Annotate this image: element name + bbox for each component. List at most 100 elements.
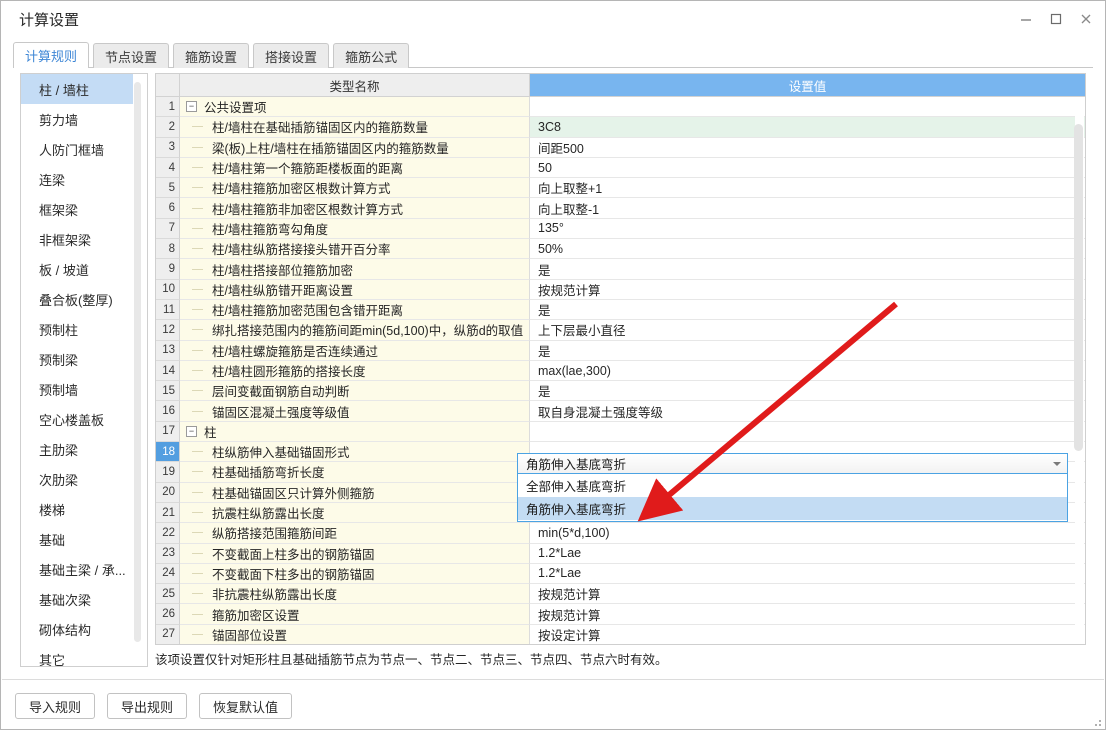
row-setting-value-cell[interactable]: 是 — [530, 340, 1085, 361]
sidebar-item[interactable]: 叠合板(整厚) — [21, 284, 133, 314]
row-type-name-cell[interactable]: 柱/墙柱箍筋加密范围包含错开距离 — [180, 299, 530, 321]
tab-calculation-rules[interactable]: 计算规则 — [13, 42, 90, 68]
sidebar-item[interactable]: 非框架梁 — [21, 224, 133, 254]
table-row[interactable]: 14 柱/墙柱圆形箍筋的搭接长度 max(lae,300) — [156, 360, 1085, 382]
row-type-name-cell[interactable]: 层间变截面钢筋自动判断 — [180, 381, 530, 402]
row-setting-value-cell[interactable]: min(5*d,100) — [530, 523, 1085, 544]
row-setting-value-cell[interactable]: 按规范计算 — [530, 584, 1085, 605]
row-type-name-cell[interactable]: 柱/墙柱箍筋弯勾角度 — [180, 218, 530, 240]
sidebar-item[interactable]: 柱 / 墙柱 — [21, 74, 133, 104]
table-row[interactable]: 4 柱/墙柱第一个箍筋距楼板面的距离 50 — [156, 157, 1085, 179]
row-setting-value-cell[interactable]: 上下层最小直径 — [530, 320, 1085, 341]
sidebar-scrollbar-thumb[interactable] — [134, 82, 141, 642]
sidebar-item[interactable]: 楼梯 — [21, 494, 133, 524]
sidebar-item[interactable]: 其它 — [21, 644, 133, 667]
sidebar-item[interactable]: 连梁 — [21, 164, 133, 194]
table-row[interactable]: 27 锚固部位设置 按设定计算 — [156, 624, 1085, 644]
row-setting-value-cell[interactable]: 50% — [530, 239, 1085, 260]
row-type-name-cell[interactable]: 柱/墙柱箍筋加密区根数计算方式 — [180, 178, 530, 199]
row-type-name-cell[interactable]: 柱基础锚固区只计算外侧箍筋 — [180, 482, 530, 503]
row-setting-value-cell[interactable]: 按规范计算 — [530, 279, 1085, 300]
table-row[interactable]: 17− 柱 — [156, 421, 1085, 443]
table-row[interactable]: 16 锚固区混凝土强度等级值 取自身混凝土强度等级 — [156, 401, 1085, 422]
sidebar-item[interactable]: 预制梁 — [21, 344, 133, 374]
row-type-name-cell[interactable]: 柱/墙柱箍筋非加密区根数计算方式 — [180, 198, 530, 219]
table-row[interactable]: 13 柱/墙柱螺旋箍筋是否连续通过 是 — [156, 340, 1085, 361]
table-row[interactable]: 22 纵筋搭接范围箍筋间距 min(5*d,100) — [156, 523, 1085, 544]
sidebar-item[interactable]: 基础 — [21, 524, 133, 554]
row-type-name-cell[interactable]: 纵筋搭接范围箍筋间距 — [180, 523, 530, 544]
sidebar-item[interactable]: 砌体结构 — [21, 614, 133, 644]
window-resize-grip[interactable] — [1090, 715, 1102, 727]
export-rules-button[interactable]: 导出规则 — [107, 693, 188, 719]
row-setting-value-cell[interactable]: 向上取整+1 — [530, 178, 1085, 199]
table-row[interactable]: 24 不变截面下柱多出的钢筋锚固 1.2*Lae — [156, 563, 1085, 585]
grid-scrollbar-thumb[interactable] — [1074, 124, 1083, 451]
row-type-name-cell[interactable]: 柱/墙柱螺旋箍筋是否连续通过 — [180, 340, 530, 361]
row-setting-value-cell[interactable]: 向上取整-1 — [530, 198, 1085, 219]
row-type-name-cell[interactable]: 箍筋加密区设置 — [180, 604, 530, 625]
table-row[interactable]: 3 梁(板)上柱/墙柱在插筋锚固区内的箍筋数量 间距500 — [156, 137, 1085, 158]
table-row[interactable]: 23 不变截面上柱多出的钢筋锚固 1.2*Lae — [156, 543, 1085, 564]
row-setting-value-cell[interactable]: 1.2*Lae — [530, 543, 1085, 564]
restore-defaults-button[interactable]: 恢复默认值 — [199, 693, 293, 719]
row-setting-value-cell[interactable]: 3C8 — [530, 117, 1085, 138]
sidebar-item[interactable]: 次肋梁 — [21, 464, 133, 494]
tab-stirrup-formula[interactable]: 箍筋公式 — [333, 43, 410, 68]
chevron-down-icon[interactable] — [1053, 461, 1061, 466]
row-type-name-cell[interactable]: 锚固区混凝土强度等级值 — [180, 401, 530, 422]
import-rules-button[interactable]: 导入规则 — [15, 693, 96, 719]
row-setting-value-cell[interactable]: 是 — [530, 299, 1085, 321]
sidebar-item[interactable]: 主肋梁 — [21, 434, 133, 464]
row-type-name-cell[interactable]: − 柱 — [180, 421, 530, 443]
sidebar-item[interactable]: 剪力墙 — [21, 104, 133, 134]
row-setting-value-cell[interactable]: 按设定计算 — [530, 624, 1085, 644]
sidebar-item[interactable]: 人防门框墙 — [21, 134, 133, 164]
sidebar-item[interactable]: 板 / 坡道 — [21, 254, 133, 284]
row-type-name-cell[interactable]: − 公共设置项 — [180, 97, 530, 118]
sidebar-item[interactable]: 基础主梁 / 承... — [21, 554, 133, 584]
sidebar-item[interactable]: 预制柱 — [21, 314, 133, 344]
table-row[interactable]: 11 柱/墙柱箍筋加密范围包含错开距离 是 — [156, 299, 1085, 321]
maximize-icon[interactable] — [1041, 4, 1071, 34]
row-type-name-cell[interactable]: 绑扎搭接范围内的箍筋间距min(5d,100)中，纵筋d的取值 — [180, 320, 530, 341]
table-row[interactable]: 6 柱/墙柱箍筋非加密区根数计算方式 向上取整-1 — [156, 198, 1085, 219]
row-type-name-cell[interactable]: 梁(板)上柱/墙柱在插筋锚固区内的箍筋数量 — [180, 137, 530, 158]
value-combobox[interactable]: 角筋伸入基底弯折 — [517, 453, 1068, 474]
row-type-name-cell[interactable]: 柱/墙柱纵筋错开距离设置 — [180, 279, 530, 300]
row-type-name-cell[interactable]: 锚固部位设置 — [180, 624, 530, 644]
row-setting-value-cell[interactable] — [530, 97, 1085, 118]
row-type-name-cell[interactable]: 不变截面下柱多出的钢筋锚固 — [180, 563, 530, 585]
minimize-icon[interactable] — [1011, 4, 1041, 34]
table-row[interactable]: 5 柱/墙柱箍筋加密区根数计算方式 向上取整+1 — [156, 178, 1085, 199]
row-setting-value-cell[interactable]: 1.2*Lae — [530, 563, 1085, 585]
row-setting-value-cell[interactable] — [530, 421, 1085, 443]
row-setting-value-cell[interactable]: 135° — [530, 218, 1085, 240]
table-row[interactable]: 15 层间变截面钢筋自动判断 是 — [156, 381, 1085, 402]
collapse-minus-icon[interactable]: − — [186, 425, 197, 437]
row-setting-value-cell[interactable]: 按规范计算 — [530, 604, 1085, 625]
row-setting-value-cell[interactable]: 50 — [530, 157, 1085, 179]
tab-node-settings[interactable]: 节点设置 — [93, 43, 170, 68]
row-type-name-cell[interactable]: 柱/墙柱搭接部位箍筋加密 — [180, 259, 530, 280]
row-type-name-cell[interactable]: 抗震柱纵筋露出长度 — [180, 502, 530, 524]
sidebar-item[interactable]: 空心楼盖板 — [21, 404, 133, 434]
row-type-name-cell[interactable]: 柱/墙柱在基础插筋锚固区内的箍筋数量 — [180, 117, 530, 138]
row-type-name-cell[interactable]: 不变截面上柱多出的钢筋锚固 — [180, 543, 530, 564]
table-row[interactable]: 10 柱/墙柱纵筋错开距离设置 按规范计算 — [156, 279, 1085, 300]
grid-header-type-name[interactable]: 类型名称 — [180, 74, 530, 96]
row-setting-value-cell[interactable]: 取自身混凝土强度等级 — [530, 401, 1085, 422]
row-type-name-cell[interactable]: 非抗震柱纵筋露出长度 — [180, 584, 530, 605]
row-type-name-cell[interactable]: 柱纵筋伸入基础锚固形式 — [180, 442, 530, 463]
grid-header-setting-value[interactable]: 设置值 — [530, 74, 1085, 96]
close-icon[interactable] — [1071, 4, 1101, 34]
row-type-name-cell[interactable]: 柱/墙柱纵筋搭接接头错开百分率 — [180, 239, 530, 260]
row-type-name-cell[interactable]: 柱基础插筋弯折长度 — [180, 462, 530, 483]
table-row[interactable]: 25 非抗震柱纵筋露出长度 按规范计算 — [156, 584, 1085, 605]
table-row[interactable]: 9 柱/墙柱搭接部位箍筋加密 是 — [156, 259, 1085, 280]
table-row[interactable]: 8 柱/墙柱纵筋搭接接头错开百分率 50% — [156, 239, 1085, 260]
grid-scrollbar-track[interactable] — [1074, 98, 1084, 644]
tab-stirrup-settings[interactable]: 箍筋设置 — [173, 43, 250, 68]
row-setting-value-cell[interactable]: 是 — [530, 381, 1085, 402]
table-row[interactable]: 26 箍筋加密区设置 按规范计算 — [156, 604, 1085, 625]
